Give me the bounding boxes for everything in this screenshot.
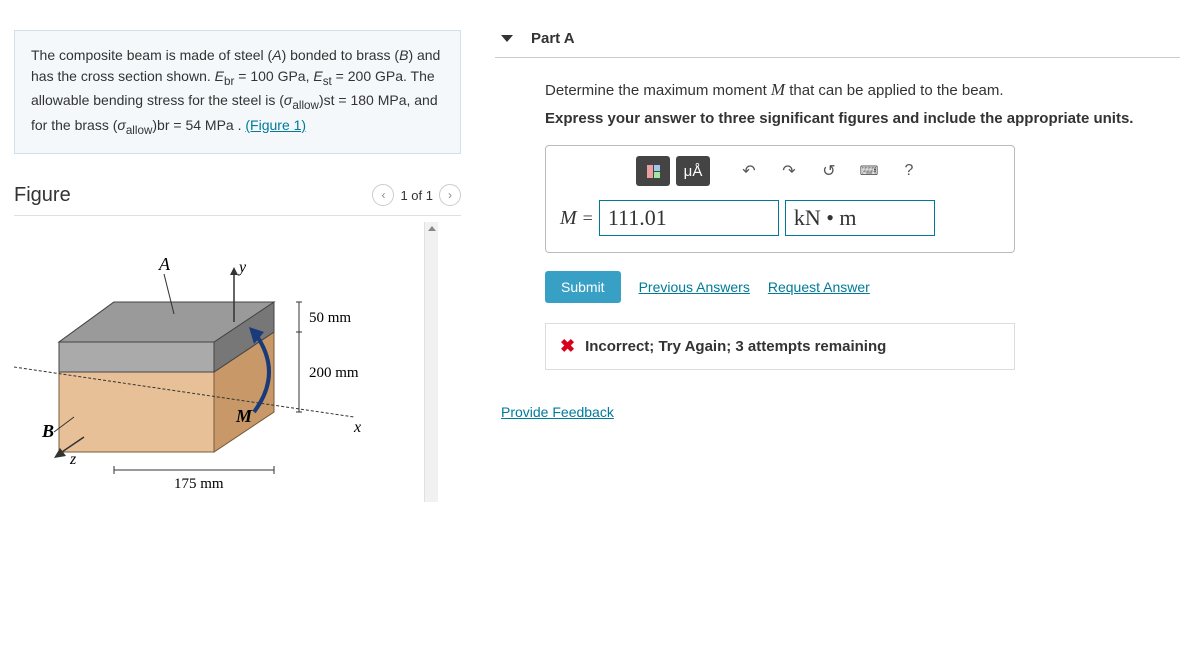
figure-scrollbar[interactable]	[424, 222, 438, 502]
undo-icon: ↶	[742, 161, 755, 181]
sub: allow	[292, 99, 319, 112]
txt: )br	[152, 117, 169, 133]
txt: = 100 GPa,	[234, 68, 313, 84]
next-figure-button[interactable]: ›	[439, 184, 461, 206]
units-button[interactable]: μÅ	[676, 156, 710, 186]
sym: σ	[117, 117, 125, 133]
templates-icon	[647, 165, 660, 178]
answer-instruction: Express your answer to three significant…	[545, 110, 1180, 127]
svg-text:x: x	[353, 419, 361, 436]
svg-text:z: z	[69, 451, 77, 468]
templates-button[interactable]	[636, 156, 670, 186]
svg-text:200 mm: 200 mm	[309, 365, 359, 381]
figure-title: Figure	[14, 184, 71, 207]
collapse-caret-icon	[501, 35, 513, 42]
figure-link[interactable]: (Figure 1)	[245, 117, 306, 133]
part-title: Part A	[531, 30, 575, 47]
part-header[interactable]: Part A	[495, 0, 1180, 58]
reset-icon: ↺	[822, 161, 835, 181]
txt: ) bonded to brass (	[282, 47, 400, 63]
figure-image: A y B z M x 50 mm 200 mm 175 mm	[14, 222, 424, 502]
submit-button[interactable]: Submit	[545, 271, 621, 303]
feedback-message: ✖ Incorrect; Try Again; 3 attempts remai…	[545, 323, 1015, 370]
svg-text:50 mm: 50 mm	[309, 310, 351, 326]
svg-text:A: A	[158, 254, 171, 274]
answer-variable: M	[560, 207, 577, 230]
svg-text:M: M	[235, 406, 253, 426]
reset-button[interactable]: ↺	[812, 156, 846, 186]
help-icon: ?	[905, 162, 914, 180]
figure-pager: ‹ 1 of 1 ›	[372, 184, 461, 206]
question-text: Determine the maximum moment M that can …	[545, 80, 1180, 100]
prev-figure-button[interactable]: ‹	[372, 184, 394, 206]
keyboard-icon: ⌨	[860, 163, 879, 179]
problem-statement: The composite beam is made of steel (A) …	[14, 30, 461, 154]
txt: )st	[319, 92, 335, 108]
svg-text:175 mm: 175 mm	[174, 476, 224, 492]
pager-text: 1 of 1	[400, 188, 433, 203]
answer-box: μÅ ↶ ↷ ↺ ⌨ ? M =	[545, 145, 1015, 253]
txt: The composite beam is made of steel (	[31, 47, 272, 63]
sym: E	[215, 68, 224, 84]
redo-button[interactable]: ↷	[772, 156, 806, 186]
sym: E	[313, 68, 322, 84]
request-answer-link[interactable]: Request Answer	[768, 279, 870, 295]
keyboard-button[interactable]: ⌨	[852, 156, 886, 186]
answer-value-input[interactable]	[599, 200, 779, 236]
question-var: M	[771, 80, 785, 99]
provide-feedback-link[interactable]: Provide Feedback	[501, 404, 614, 420]
var-a: A	[272, 47, 281, 63]
previous-answers-link[interactable]: Previous Answers	[639, 279, 750, 295]
help-button[interactable]: ?	[892, 156, 926, 186]
answer-toolbar: μÅ ↶ ↷ ↺ ⌨ ?	[546, 146, 1014, 192]
sub: br	[224, 75, 234, 88]
svg-text:y: y	[237, 259, 247, 276]
sub: st	[323, 75, 332, 88]
equals-sign: =	[583, 208, 593, 229]
answer-unit-input[interactable]	[785, 200, 935, 236]
txt: = 54 MPa .	[170, 117, 246, 133]
svg-text:B: B	[41, 421, 54, 441]
incorrect-icon: ✖	[560, 336, 575, 357]
scroll-up-icon	[428, 226, 436, 231]
redo-icon: ↷	[782, 161, 795, 181]
undo-button[interactable]: ↶	[732, 156, 766, 186]
feedback-text: Incorrect; Try Again; 3 attempts remaini…	[585, 338, 886, 355]
sub: allow	[126, 123, 153, 136]
